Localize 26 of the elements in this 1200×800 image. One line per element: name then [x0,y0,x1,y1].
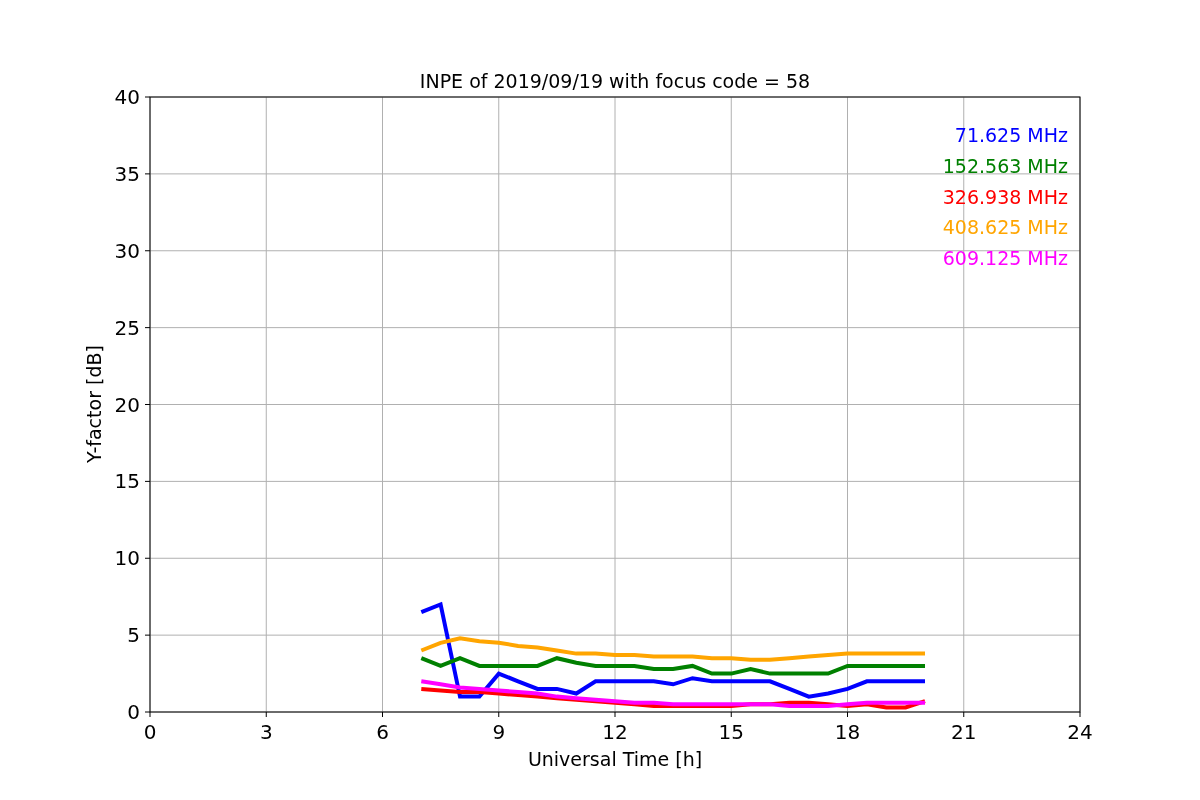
x-axis-label: Universal Time [h] [527,748,703,770]
x-tick-label: 9 [492,720,506,744]
x-tick-label: 15 [718,720,744,744]
y-tick-label: 15 [114,469,140,494]
x-tick-label: 21 [951,720,977,744]
x-tick-label: 3 [259,720,273,744]
y-tick-label: 30 [114,238,140,263]
y-tick-label: 10 [114,546,140,571]
legend-label: 408.625 MHz [942,216,1068,239]
legend-label: 71.625 MHz [954,124,1068,146]
y-tick-label: 40 [114,85,140,109]
legend-label: 326.938 MHz [942,185,1068,208]
x-tick-label: 6 [376,720,389,744]
y-tick-label: 5 [127,623,140,648]
chart-title: INPE of 2019/09/19 with focus code = 58 [419,70,811,92]
y-axis-label: Y-factor [dB] [83,345,105,463]
y-tick-label: 0 [127,700,140,724]
y-tick-label: 20 [114,392,140,417]
legend-label: 609.125 MHz [942,247,1068,270]
x-tick-label: 18 [834,720,861,744]
y-tick-label: 35 [114,161,140,186]
legend-label: 152.563 MHz [942,154,1068,177]
x-tick-label: 12 [602,720,628,744]
x-tick-label: 0 [143,720,157,744]
x-tick-label: 24 [1067,720,1093,744]
y-tick-label: 25 [114,315,140,340]
